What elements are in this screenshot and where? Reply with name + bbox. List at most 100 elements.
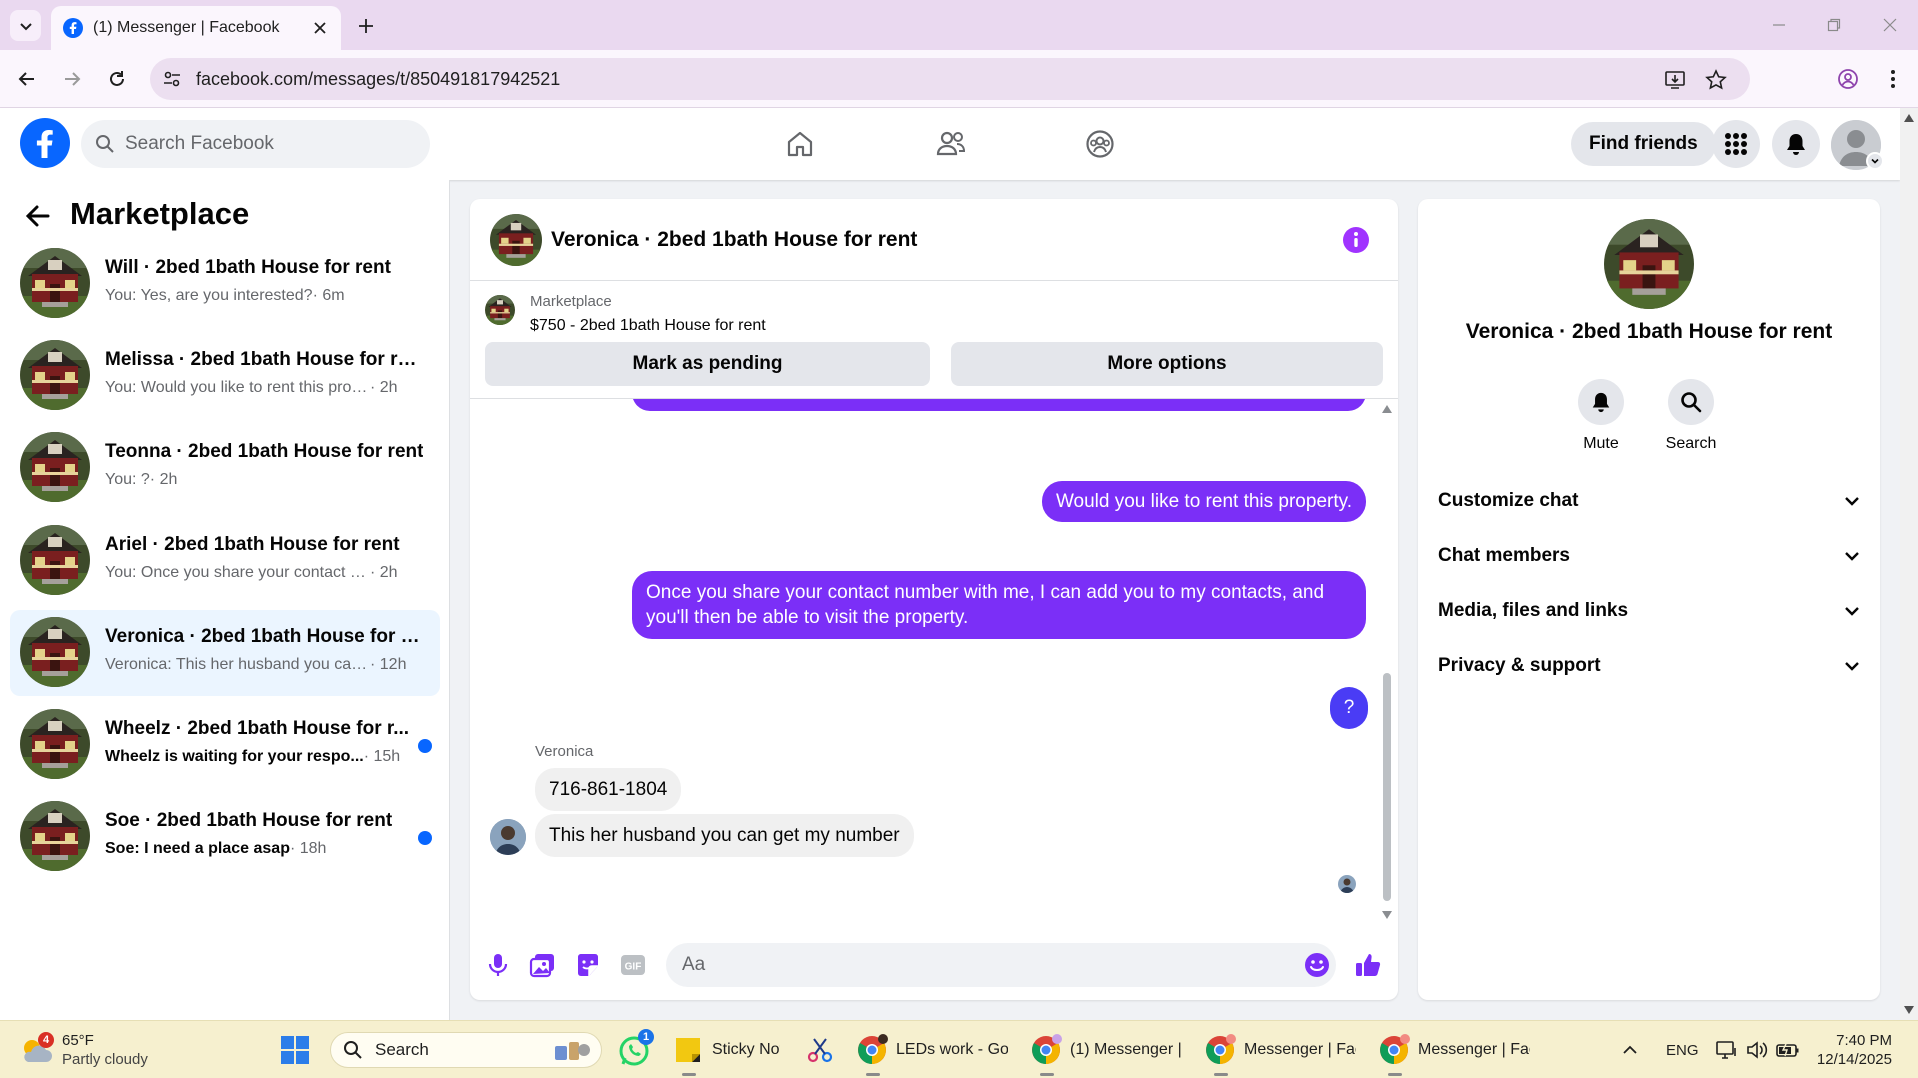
chevron-down-icon	[1844, 603, 1860, 619]
language-label: ENG	[1666, 1041, 1699, 1059]
scroll-down-icon[interactable]	[1382, 911, 1392, 919]
message-bubble-out[interactable]: Once you share your contact number with …	[632, 571, 1366, 639]
section-customize-chat[interactable]: Customize chat	[1438, 479, 1860, 523]
scroll-up-icon[interactable]	[1382, 405, 1392, 413]
install-app-icon[interactable]	[1662, 67, 1688, 93]
taskbar-sticky-notes[interactable]: Sticky Not	[674, 1021, 784, 1078]
show-hidden-icons-button[interactable]	[1622, 1021, 1638, 1078]
system-tray[interactable]	[1716, 1021, 1800, 1078]
sticker-icon[interactable]	[574, 951, 602, 979]
mute-button[interactable]: Mute	[1556, 379, 1646, 453]
chat-header: Veronica · 2bed 1bath House for rent	[470, 199, 1398, 281]
conversation-item[interactable]: Ariel · 2bed 1bath House for rent You: On…	[10, 518, 440, 604]
nav-groups[interactable]	[1045, 108, 1155, 180]
nav-home[interactable]	[745, 108, 855, 180]
conversation-item[interactable]: Veronica · 2bed 1bath House for re... Ver…	[10, 610, 440, 696]
search-in-conversation-button[interactable]: Search	[1646, 379, 1736, 453]
tab-close-icon[interactable]	[309, 17, 331, 39]
listing-description[interactable]: $750 - 2bed 1bath House for rent	[530, 317, 766, 335]
section-privacy-support[interactable]: Privacy & support	[1438, 644, 1860, 688]
find-friends-button[interactable]: Find friends	[1571, 122, 1716, 166]
clock-time: 7:40 PM	[1836, 1032, 1892, 1049]
taskbar-whatsapp[interactable]: 1	[618, 1021, 654, 1078]
emoji-icon[interactable]	[1304, 952, 1330, 978]
notifications-button[interactable]	[1772, 120, 1820, 168]
info-icon[interactable]	[1342, 226, 1370, 254]
tab-list-button[interactable]	[10, 10, 41, 41]
chat-scrollbar[interactable]	[1380, 405, 1394, 919]
photo-icon[interactable]	[529, 951, 557, 979]
gif-icon[interactable]: GIF	[619, 951, 647, 979]
clock[interactable]: 7:40 PM 12/14/2025	[1812, 1021, 1892, 1078]
microphone-icon[interactable]	[484, 951, 512, 979]
message-bubble-out[interactable]: ?	[1330, 687, 1368, 729]
conversation-item[interactable]: Melissa · 2bed 1bath House for rent You: …	[10, 333, 440, 419]
conversation-avatar	[20, 709, 90, 779]
mark-as-pending-button[interactable]: Mark as pending	[485, 342, 930, 386]
chat-avatar[interactable]	[490, 214, 542, 266]
section-label: Media, files and links	[1438, 600, 1629, 621]
close-window-button[interactable]	[1875, 10, 1905, 40]
address-bar[interactable]: facebook.com/messages/t/850491817942521	[150, 58, 1750, 100]
taskbar-chrome-messenger-2[interactable]: Messenger | Fac	[1204, 1021, 1364, 1078]
taskbar-search[interactable]: Search	[330, 1032, 602, 1068]
preview-text: You: Yes, are you interested?	[105, 287, 313, 304]
account-chevron-icon[interactable]	[1866, 152, 1884, 170]
minimize-button[interactable]	[1764, 10, 1794, 40]
facebook-logo-icon[interactable]	[20, 118, 70, 168]
page-scrollbar[interactable]	[1900, 108, 1918, 1020]
taskbar-chrome-messenger-1[interactable]: (1) Messenger | F	[1030, 1021, 1190, 1078]
conversation-item[interactable]: Will · 2bed 1bath House for rent You: Yes…	[10, 241, 440, 327]
facebook-search[interactable]	[81, 120, 430, 168]
panel-title: Marketplace	[70, 196, 250, 231]
chat-title[interactable]: Veronica · 2bed 1bath House for rent	[551, 228, 917, 252]
restore-button[interactable]	[1819, 10, 1849, 40]
scroll-down-icon[interactable]	[1904, 1006, 1914, 1014]
taskbar-app-label: Messenger | Fac	[1244, 1041, 1356, 1058]
conversation-item[interactable]: Soe · 2bed 1bath House for rent Soe: I ne…	[10, 794, 440, 880]
more-options-button[interactable]: More options	[951, 342, 1383, 386]
message-bubble-in[interactable]: This her husband you can get my number	[535, 814, 914, 857]
bookmark-star-icon[interactable]	[1703, 67, 1729, 93]
like-thumbs-up-icon[interactable]	[1354, 951, 1382, 979]
scroll-up-icon[interactable]	[1904, 114, 1914, 122]
chat-scroll-thumb[interactable]	[1383, 673, 1391, 901]
weather-widget[interactable]: 4 65°F Partly cloudy	[18, 1021, 148, 1078]
section-media-files-links[interactable]: Media, files and links	[1438, 589, 1860, 633]
taskbar-chrome-leds[interactable]: LEDs work - Goc	[856, 1021, 1016, 1078]
language-indicator[interactable]: ENG	[1666, 1021, 1699, 1078]
back-button[interactable]	[10, 62, 44, 96]
back-arrow-icon[interactable]	[24, 202, 56, 234]
facebook-search-input[interactable]	[125, 133, 405, 155]
site-settings-icon[interactable]	[160, 67, 184, 91]
close-icon	[1883, 18, 1897, 32]
conversation-item[interactable]: Teonna · 2bed 1bath House for rent You: ?…	[10, 425, 440, 511]
sticky-notes-icon	[674, 1036, 702, 1064]
weather-cloudy-icon: 4	[18, 1032, 54, 1068]
browser-menu-button[interactable]	[1876, 62, 1910, 96]
search-icon	[343, 1040, 363, 1060]
taskbar-snipping-tool[interactable]	[806, 1021, 834, 1078]
new-tab-button[interactable]	[352, 12, 380, 40]
taskbar-chrome-messenger-3[interactable]: Messenger | Fac	[1378, 1021, 1538, 1078]
reload-button[interactable]	[100, 62, 134, 96]
contact-avatar[interactable]	[1604, 219, 1694, 309]
message-bubble-in[interactable]: 716-861-1804	[535, 768, 682, 811]
browser-tab-messenger[interactable]: (1) Messenger | Facebook	[51, 6, 341, 50]
start-button[interactable]	[280, 1021, 310, 1078]
plus-icon	[358, 18, 374, 34]
friends-icon	[935, 129, 967, 159]
section-chat-members[interactable]: Chat members	[1438, 534, 1860, 578]
nav-friends[interactable]	[896, 108, 1006, 180]
conversation-name: Soe · 2bed 1bath House for rent	[105, 810, 393, 831]
conversation-item[interactable]: Wheelz · 2bed 1bath House for r... Wheelz…	[10, 702, 440, 788]
message-bubble-out[interactable]: Would you like to rent this property.	[1041, 481, 1366, 522]
message-bubble-out-partial	[632, 399, 1366, 411]
listing-thumbnail[interactable]	[485, 295, 515, 325]
sender-avatar[interactable]	[490, 819, 526, 855]
forward-button[interactable]	[55, 62, 89, 96]
menu-button[interactable]	[1712, 120, 1760, 168]
browser-profile-button[interactable]	[1831, 62, 1865, 96]
chrome-icon	[856, 1034, 888, 1066]
message-input[interactable]	[666, 943, 1336, 987]
